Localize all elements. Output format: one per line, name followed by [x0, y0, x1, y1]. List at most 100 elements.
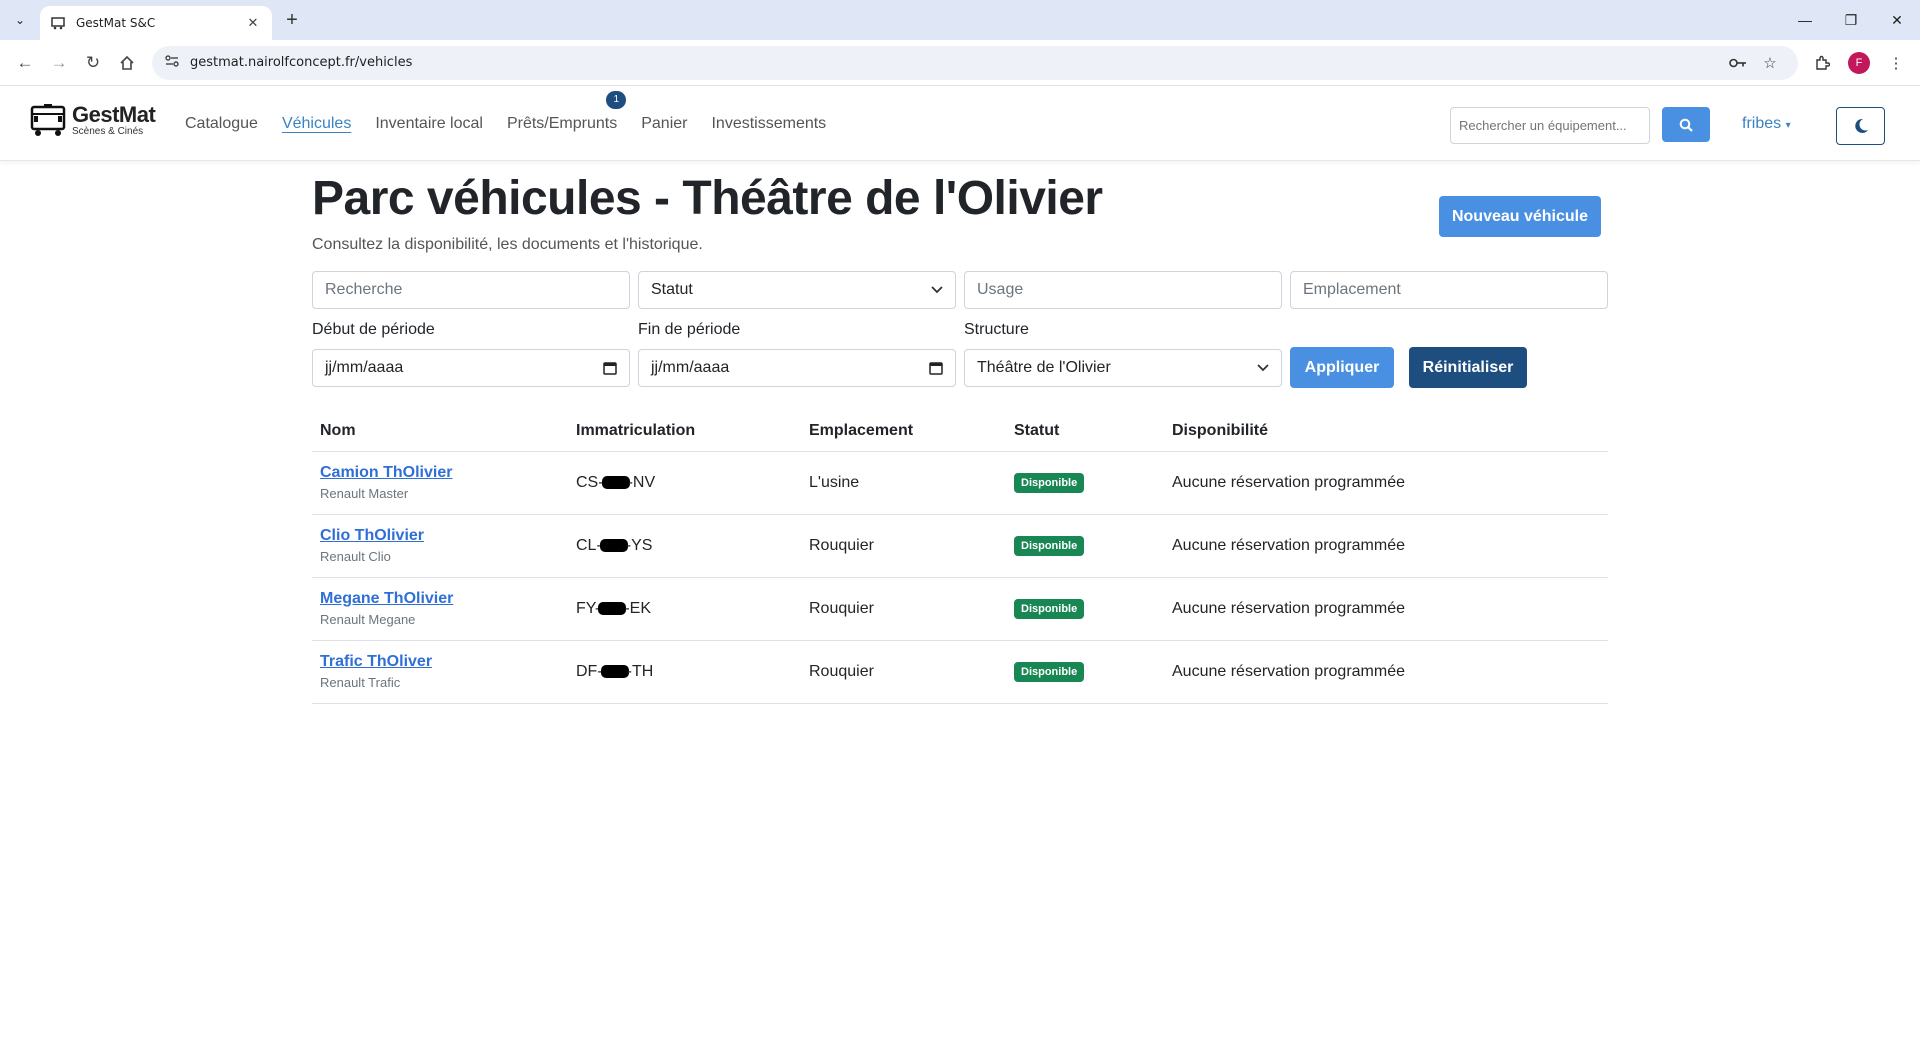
availability-cell: Aucune réservation programmée — [1164, 577, 1608, 641]
apply-button[interactable]: Appliquer — [1290, 347, 1394, 388]
availability-cell: Aucune réservation programmée — [1164, 451, 1608, 515]
nav-catalogue[interactable]: Catalogue — [185, 115, 258, 133]
plate-prefix: DF- — [576, 662, 603, 680]
back-icon[interactable]: ← — [8, 46, 42, 80]
forward-icon[interactable]: → — [42, 46, 76, 80]
availability-cell: Aucune réservation programmée — [1164, 514, 1608, 578]
flight-case-logo-icon — [30, 104, 66, 136]
redacted-mask — [601, 475, 630, 489]
end-date-label: Fin de période — [638, 321, 741, 338]
usage-field[interactable]: Usage — [964, 271, 1282, 309]
browser-toolbar: ← → ↻ gestmat.nairolfconcept.fr/vehicles… — [0, 40, 1920, 86]
status-select[interactable]: Statut — [638, 271, 956, 309]
search-icon — [1679, 118, 1693, 132]
app-navbar: GestMat Scènes & Cinés Catalogue Véhicul… — [0, 86, 1920, 161]
start-date-label: Début de période — [312, 321, 435, 338]
chevron-down-icon — [1257, 364, 1269, 372]
nav-investissements[interactable]: Investissements — [711, 115, 826, 133]
tab-title: GestMat S&C — [76, 16, 156, 30]
vehicle-name-link[interactable]: Clio ThOlivier — [320, 527, 560, 545]
structure-select[interactable]: Théâtre de l'Olivier — [964, 349, 1282, 387]
reload-icon[interactable]: ↻ — [76, 46, 110, 80]
end-date-value: jj/mm/aaaa — [651, 359, 730, 376]
structure-select-value: Théâtre de l'Olivier — [977, 359, 1111, 376]
plate-suffix: -YS — [625, 536, 653, 554]
calendar-icon — [603, 362, 617, 375]
status-badge: Disponible — [1014, 472, 1085, 493]
col-header-immatriculation: Immatriculation — [568, 411, 801, 452]
username: fribes — [1742, 115, 1782, 132]
minimize-icon[interactable]: — — [1782, 0, 1828, 40]
plate-suffix: -NV — [627, 473, 656, 491]
browser-tab[interactable]: GestMat S&C ✕ — [40, 6, 272, 40]
plate-suffix: -EK — [624, 599, 651, 617]
vehicle-model: Renault Megane — [320, 612, 416, 627]
brand-subtitle: Scènes & Cinés — [72, 125, 144, 137]
structure-label: Structure — [964, 321, 1029, 338]
new-vehicle-button[interactable]: Nouveau véhicule — [1439, 196, 1601, 237]
search-button[interactable] — [1662, 107, 1710, 142]
restore-icon[interactable]: ❐ — [1828, 0, 1874, 40]
table-row: Clio ThOlivier Renault Clio CL- -YS Rouqui… — [312, 514, 1608, 578]
vehicle-name-link[interactable]: Megane ThOlivier — [320, 590, 560, 608]
col-header-nom: Nom — [312, 411, 568, 452]
plate-prefix: CS- — [576, 473, 604, 491]
reset-button[interactable]: Réinitialiser — [1409, 347, 1527, 388]
caret-down-icon: ▾ — [1785, 120, 1791, 131]
location-field[interactable]: Emplacement — [1290, 271, 1608, 309]
vehicle-model: Renault Trafic — [320, 675, 401, 690]
close-window-icon[interactable]: ✕ — [1874, 0, 1920, 40]
end-date-input[interactable]: jj/mm/aaaa — [638, 349, 956, 387]
bookmark-star-icon[interactable]: ☆ — [1754, 49, 1786, 77]
plate-prefix: FY- — [576, 599, 601, 617]
vehicle-name-link[interactable]: Trafic ThOliver — [320, 653, 560, 671]
table-row: Camion ThOlivier Renault Master CS- -NV L'… — [312, 451, 1608, 515]
nav-prets-emprunts-label: Prêts/Emprunts — [506, 114, 618, 132]
search-field[interactable]: Recherche — [312, 271, 630, 309]
brand[interactable]: GestMat Scènes & Cinés — [30, 103, 156, 137]
start-date-input[interactable]: jj/mm/aaaa — [312, 349, 630, 387]
table-row: Megane ThOlivier Renault Megane FY- -EK Ro… — [312, 577, 1608, 641]
calendar-icon — [929, 362, 943, 375]
home-icon[interactable] — [110, 46, 144, 80]
plate-cell: FY- -EK — [568, 577, 801, 641]
window-controls: — ❐ ✕ — [1782, 0, 1920, 40]
vehicle-model: Renault Master — [320, 486, 409, 501]
extensions-icon[interactable] — [1806, 49, 1838, 77]
nav-panier[interactable]: Panier — [641, 115, 687, 133]
page-title: Parc véhicules - Théâtre de l'Olivier — [312, 172, 1103, 225]
location-cell: L'usine — [801, 451, 1006, 515]
nav-vehicules[interactable]: Véhicules — [282, 115, 351, 133]
vehicle-name-link[interactable]: Camion ThOlivier — [320, 464, 560, 482]
vehicles-table: Nom Immatriculation Emplacement Statut D… — [312, 411, 1608, 704]
user-menu[interactable]: fribes ▾ — [1742, 115, 1791, 133]
url-text: gestmat.nairolfconcept.fr/vehicles — [190, 55, 413, 70]
address-bar[interactable]: gestmat.nairolfconcept.fr/vehicles ☆ — [152, 45, 1798, 80]
plate-cell: CS- -NV — [568, 451, 801, 515]
col-header-disponibilite: Disponibilité — [1164, 411, 1608, 452]
cart-count-badge: 1 — [606, 90, 627, 109]
nav-prets-emprunts[interactable]: Prêts/Emprunts 1 — [506, 90, 627, 133]
plate-prefix: CL- — [576, 536, 602, 554]
table-header-row: Nom Immatriculation Emplacement Statut D… — [312, 411, 1608, 452]
browser-menu-icon[interactable]: ⋮ — [1880, 49, 1912, 77]
status-select-value: Statut — [651, 281, 693, 298]
location-cell: Rouquier — [801, 640, 1006, 704]
plate-cell: DF- -TH — [568, 640, 801, 704]
vehicle-model: Renault Clio — [320, 549, 391, 564]
col-header-statut: Statut — [1006, 411, 1164, 452]
location-cell: Rouquier — [801, 577, 1006, 641]
new-tab-button[interactable]: + — [280, 8, 304, 32]
profile-avatar[interactable]: F — [1848, 51, 1870, 74]
nav-inventaire-local[interactable]: Inventaire local — [375, 115, 483, 133]
redacted-mask — [598, 601, 627, 615]
equipment-search-input[interactable] — [1450, 107, 1650, 144]
tab-search-chevron-icon[interactable]: ⌄ — [8, 8, 32, 32]
main-content: Parc véhicules - Théâtre de l'Olivier Co… — [312, 161, 1608, 704]
theme-toggle-button[interactable] — [1836, 107, 1885, 145]
availability-cell: Aucune réservation programmée — [1164, 640, 1608, 704]
table-row: Trafic ThOliver Renault Trafic DF- -TH Rou… — [312, 640, 1608, 704]
password-key-icon[interactable] — [1722, 49, 1754, 77]
tab-close-icon[interactable]: ✕ — [244, 14, 262, 32]
site-info-icon[interactable] — [164, 54, 180, 71]
